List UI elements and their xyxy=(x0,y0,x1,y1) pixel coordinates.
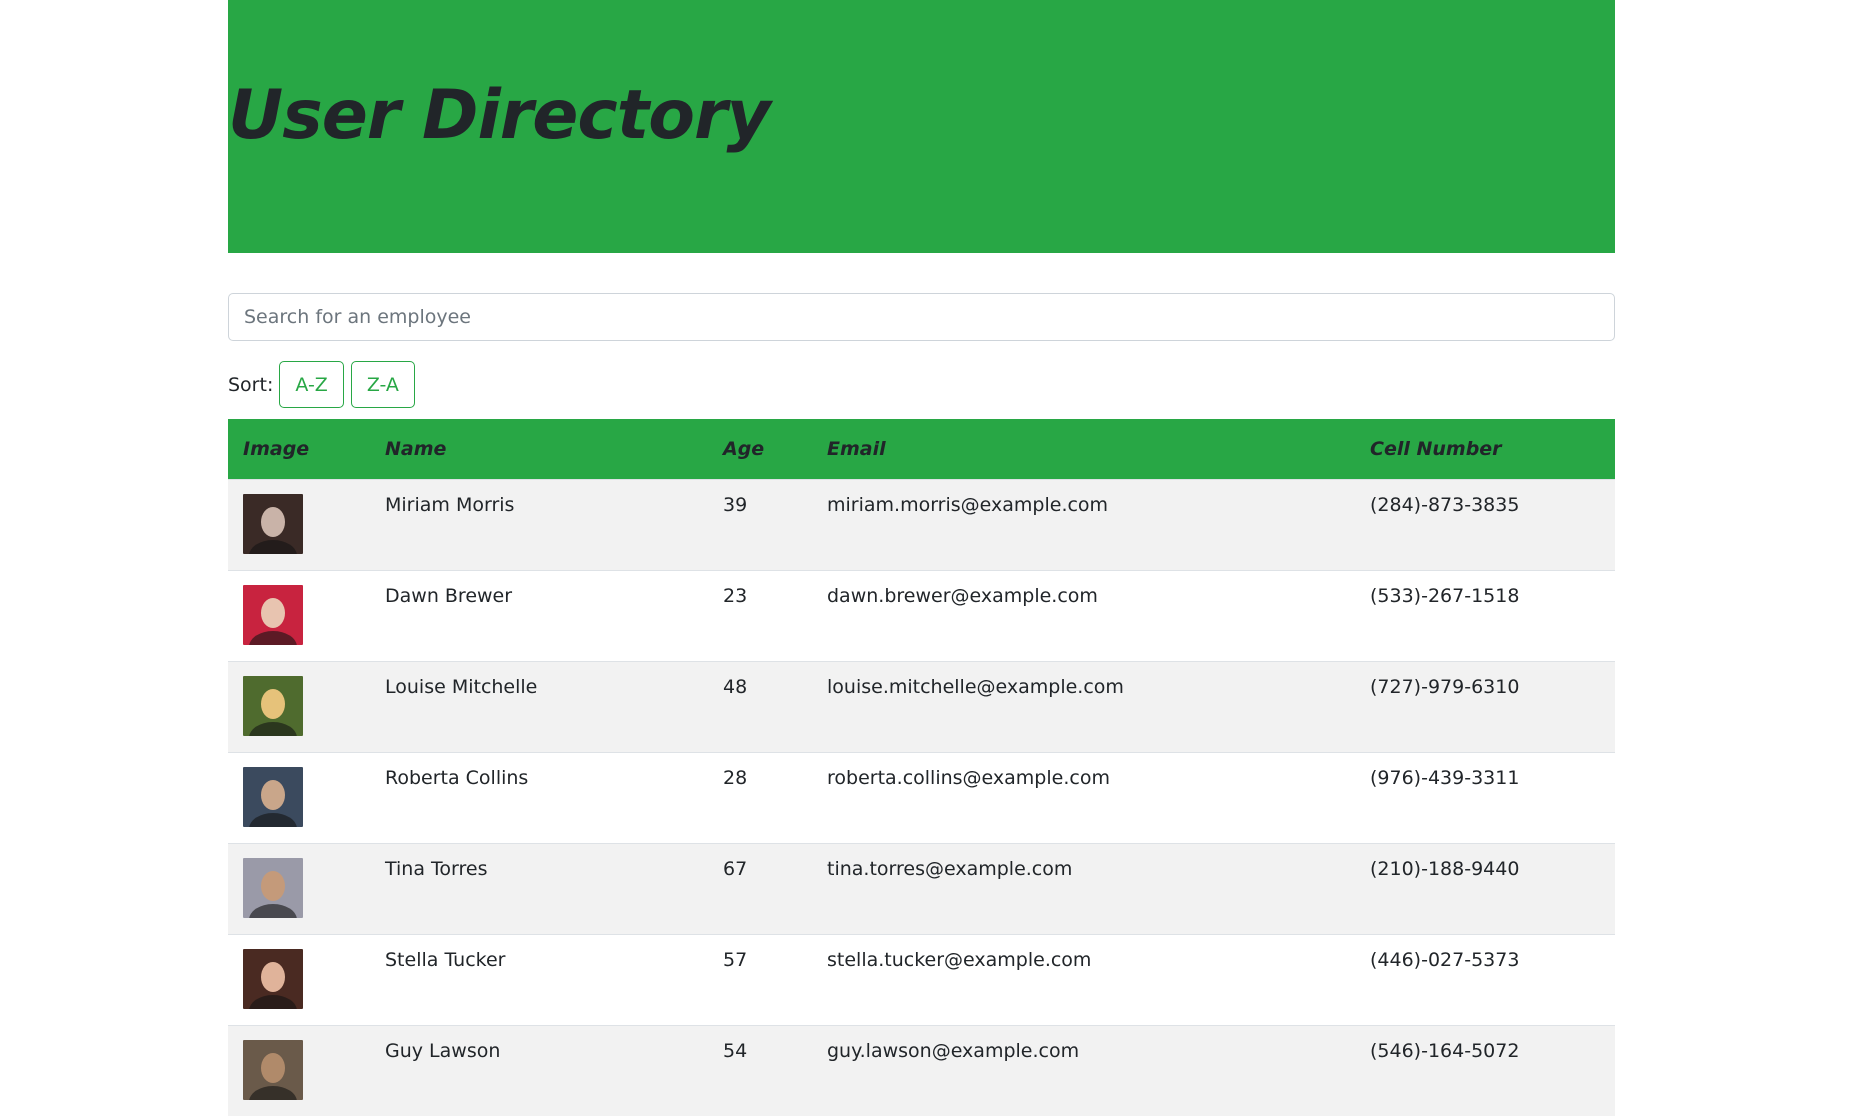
column-header-image[interactable]: Image xyxy=(228,419,370,479)
avatar xyxy=(243,675,303,736)
email-cell: louise.mitchelle@example.com xyxy=(827,675,1124,698)
age-cell: 57 xyxy=(723,948,748,971)
sort-z-a-button[interactable]: Z-A xyxy=(350,361,415,408)
email-cell: miriam.morris@example.com xyxy=(827,493,1109,516)
avatar xyxy=(243,857,303,918)
column-header-email[interactable]: Email xyxy=(812,419,1355,479)
email-cell: tina.torres@example.com xyxy=(827,857,1073,880)
cell-number-cell: (284)-873-3835 xyxy=(1370,493,1520,516)
email-cell: guy.lawson@example.com xyxy=(827,1039,1080,1062)
employee-table: Image Name Age Email Cell Number Miriam … xyxy=(228,419,1615,1116)
age-cell: 28 xyxy=(723,766,748,789)
name-cell: Tina Torres xyxy=(385,857,488,880)
table-row: Guy Lawson 54 guy.lawson@example.com (546)-… xyxy=(228,1025,1615,1116)
avatar-cell xyxy=(228,479,370,570)
age-cell: 54 xyxy=(723,1039,748,1062)
age-cell: 39 xyxy=(723,493,748,516)
avatar xyxy=(243,766,303,827)
age-cell: 67 xyxy=(723,857,748,880)
header-banner: User Directory xyxy=(228,0,1615,253)
avatar xyxy=(243,948,303,1009)
cell-number-cell: (727)-979-6310 xyxy=(1370,675,1520,698)
cell-number-cell: (546)-164-5072 xyxy=(1370,1039,1520,1062)
name-cell: Miriam Morris xyxy=(385,493,515,516)
column-header-name[interactable]: Name xyxy=(370,419,708,479)
email-cell: dawn.brewer@example.com xyxy=(827,584,1098,607)
avatar xyxy=(243,1039,303,1100)
table-row: Tina Torres 67 tina.torres@example.com (210… xyxy=(228,843,1615,934)
table-row: Miriam Morris 39 miriam.morris@example.com… xyxy=(228,479,1615,570)
name-cell: Stella Tucker xyxy=(385,948,506,971)
name-cell: Louise Mitchelle xyxy=(385,675,538,698)
table-body: Miriam Morris 39 miriam.morris@example.com… xyxy=(228,479,1615,1116)
avatar xyxy=(243,584,303,645)
name-cell: Guy Lawson xyxy=(385,1039,501,1062)
cell-number-cell: (533)-267-1518 xyxy=(1370,584,1520,607)
avatar-cell xyxy=(228,570,370,661)
name-cell: Roberta Collins xyxy=(385,766,529,789)
avatar-cell xyxy=(228,934,370,1025)
table-row: Roberta Collins 28 roberta.collins@example… xyxy=(228,752,1615,843)
age-cell: 23 xyxy=(723,584,748,607)
sort-a-z-button[interactable]: A-Z xyxy=(279,361,344,408)
avatar-cell xyxy=(228,1025,370,1116)
cell-number-cell: (446)-027-5373 xyxy=(1370,948,1520,971)
table-header-row: Image Name Age Email Cell Number xyxy=(228,419,1615,479)
column-header-cell[interactable]: Cell Number xyxy=(1355,419,1615,479)
email-cell: roberta.collins@example.com xyxy=(827,766,1110,789)
search-input[interactable] xyxy=(228,293,1615,341)
table-row: Louise Mitchelle 48 louise.mitchelle@examp… xyxy=(228,661,1615,752)
avatar-cell xyxy=(228,752,370,843)
table-row: Stella Tucker 57 stella.tucker@example.com… xyxy=(228,934,1615,1025)
avatar-cell xyxy=(228,843,370,934)
cell-number-cell: (976)-439-3311 xyxy=(1370,766,1520,789)
page-title: User Directory xyxy=(228,76,771,155)
column-header-age[interactable]: Age xyxy=(708,419,812,479)
age-cell: 48 xyxy=(723,675,748,698)
avatar-cell xyxy=(228,661,370,752)
sort-controls: Sort: A-Z Z-A xyxy=(228,361,422,408)
cell-number-cell: (210)-188-9440 xyxy=(1370,857,1520,880)
email-cell: stella.tucker@example.com xyxy=(827,948,1092,971)
avatar xyxy=(243,493,303,554)
table-row: Dawn Brewer 23 dawn.brewer@example.com (533… xyxy=(228,570,1615,661)
name-cell: Dawn Brewer xyxy=(385,584,513,607)
main-container: User Directory Sort: A-Z Z-A Image Name … xyxy=(228,0,1615,1116)
sort-label: Sort: xyxy=(228,373,274,396)
